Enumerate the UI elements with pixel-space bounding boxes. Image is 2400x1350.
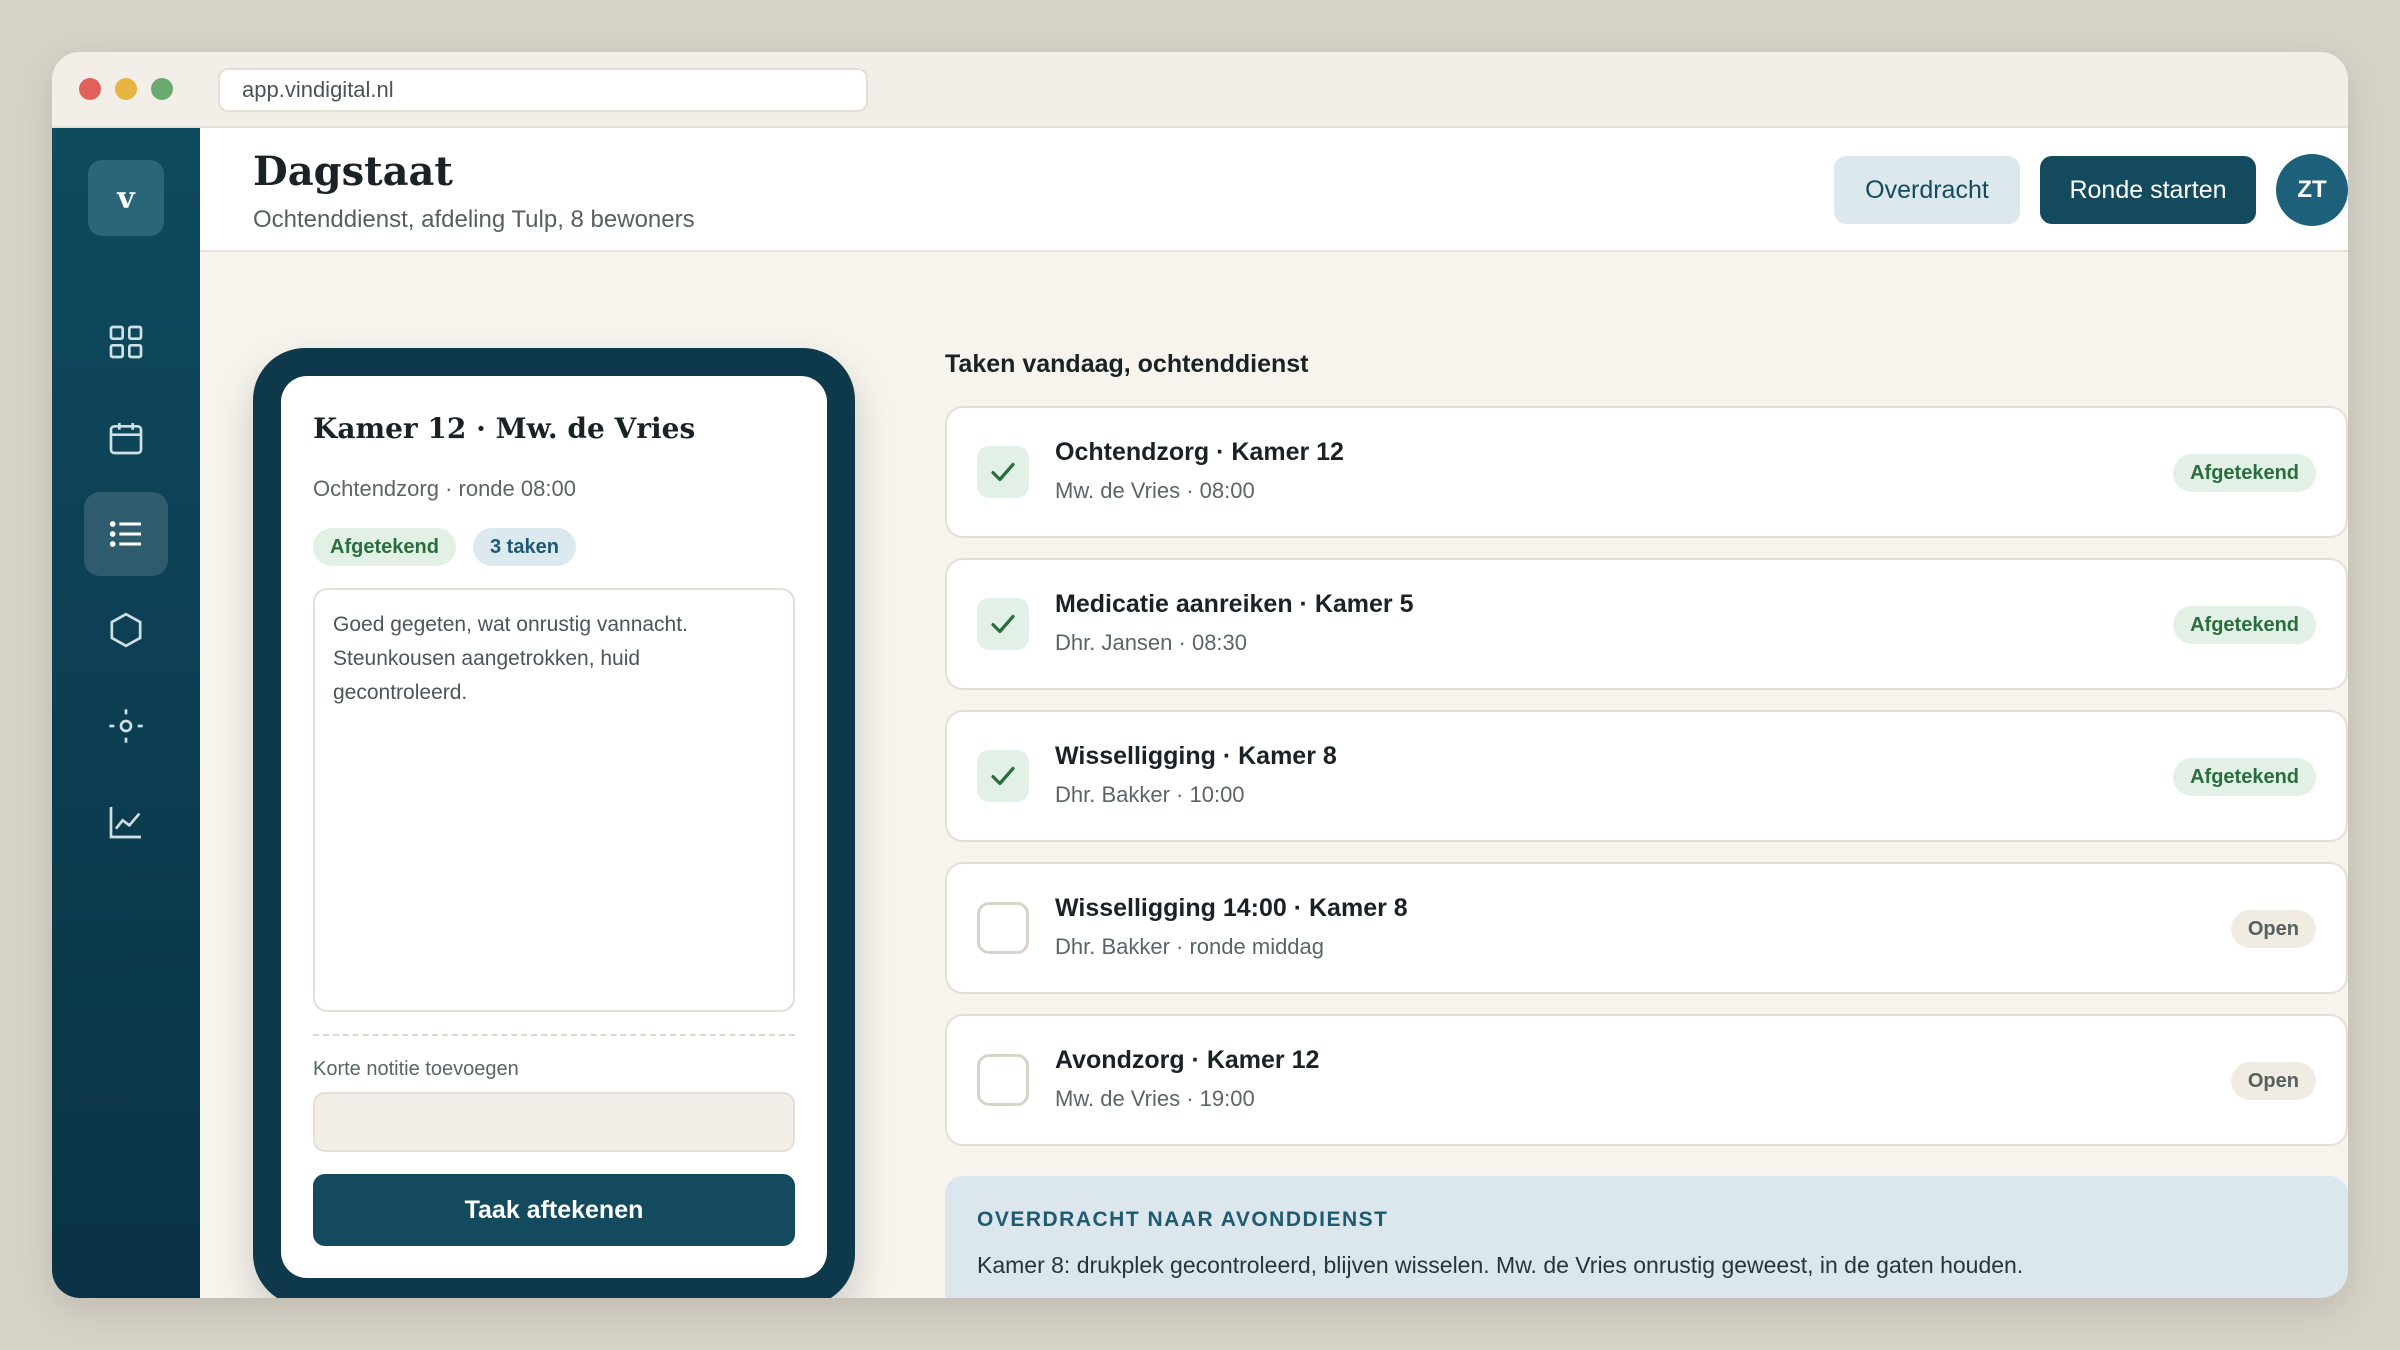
maximize-window-button[interactable] <box>151 78 173 100</box>
sidebar: v <box>52 128 200 1298</box>
task-count-badge: 3 taken <box>473 528 576 566</box>
sidebar-item-tasks[interactable] <box>84 492 168 576</box>
address-bar[interactable]: app.vindigital.nl <box>218 68 868 112</box>
checkmark-icon <box>991 766 1015 786</box>
task-title: Wisselligging · Kamer 8 <box>1055 742 1337 770</box>
calendar-icon <box>109 423 143 455</box>
dashboard-grid-icon <box>109 325 143 359</box>
task-section-title: Taken vandaag, ochtenddienst <box>945 350 1309 378</box>
task-meta: Dhr. Bakker · ronde middag <box>1055 934 1325 959</box>
task-row[interactable]: Wisselligging 14:00 · Kamer 8 Dhr. Bakke… <box>945 862 2348 994</box>
page-subtitle: Ochtenddienst, afdeling Tulp, 8 bewoners <box>253 206 695 233</box>
line-chart-icon <box>109 807 141 839</box>
browser-chrome: app.vindigital.nl <box>52 52 2348 128</box>
app-logo[interactable]: v <box>88 160 164 236</box>
task-meta: Dhr. Bakker · 10:00 <box>1055 782 1245 807</box>
close-window-button[interactable] <box>79 78 101 100</box>
phone-preview: Kamer 12 · Mw. de Vries Ochtendzorg · ro… <box>253 348 855 1298</box>
sign-off-task-button[interactable]: Taak aftekenen <box>313 1174 795 1246</box>
task-title: Wisselligging 14:00 · Kamer 8 <box>1055 894 1408 922</box>
task-title: Ochtendzorg · Kamer 12 <box>1055 438 1344 466</box>
status-badge: Afgetekend <box>2173 758 2316 796</box>
task-title: Medicatie aanreiken · Kamer 5 <box>1055 590 1414 618</box>
short-note-input[interactable] <box>313 1092 795 1152</box>
task-checkbox[interactable] <box>977 598 1029 650</box>
sidebar-item-settings[interactable] <box>84 684 168 768</box>
status-badge: Open <box>2230 910 2316 948</box>
hexagon-icon <box>110 612 142 648</box>
divider <box>313 1034 795 1036</box>
task-title: Avondzorg · Kamer 12 <box>1055 1046 1320 1074</box>
task-row[interactable]: Medicatie aanreiken · Kamer 5 Dhr. Janse… <box>945 558 2348 690</box>
main-content: Dagstaat Ochtenddienst, afdeling Tulp, 8… <box>200 128 2348 1298</box>
start-round-button[interactable]: Ronde starten <box>2040 156 2256 224</box>
status-badge: Open <box>2230 1062 2316 1100</box>
task-checkbox[interactable] <box>977 446 1029 498</box>
checkmark-icon <box>991 614 1015 634</box>
task-checkbox[interactable] <box>977 1054 1029 1106</box>
care-note-textarea[interactable]: Goed gegeten, wat onrustig vannacht. Ste… <box>313 588 795 1012</box>
sidebar-item-reports[interactable] <box>84 780 168 864</box>
task-checkbox[interactable] <box>977 750 1029 802</box>
short-note-label: Korte notitie toevoegen <box>313 1058 519 1080</box>
status-badge: Afgetekend <box>313 528 456 566</box>
user-avatar[interactable]: ZT <box>2276 154 2348 226</box>
resident-title: Kamer 12 · Mw. de Vries <box>313 412 696 445</box>
settings-target-icon <box>109 709 143 743</box>
list-icon <box>109 521 141 547</box>
status-badge: Afgetekend <box>2173 606 2316 644</box>
sidebar-item-calendar[interactable] <box>84 396 168 480</box>
sidebar-item-modules[interactable] <box>84 588 168 672</box>
task-meta: Dhr. Jansen · 08:30 <box>1055 630 1248 655</box>
resident-subtitle: Ochtendzorg · ronde 08:00 <box>313 476 576 501</box>
checkmark-icon <box>991 462 1015 482</box>
task-meta: Mw. de Vries · 19:00 <box>1055 1086 1255 1111</box>
page-header: Dagstaat Ochtenddienst, afdeling Tulp, 8… <box>200 128 2348 252</box>
handover-title: OVERDRACHT NAAR AVONDDIENST <box>977 1208 1389 1231</box>
task-checkbox[interactable] <box>977 902 1029 954</box>
status-badge: Afgetekend <box>2173 454 2316 492</box>
sidebar-item-dashboard[interactable] <box>84 300 168 384</box>
app-window: app.vindigital.nl v Dagstaat Ochtenddien… <box>52 52 2348 1298</box>
task-row[interactable]: Wisselligging · Kamer 8 Dhr. Bakker · 10… <box>945 710 2348 842</box>
handover-text: Kamer 8: drukplek gecontroleerd, blijven… <box>977 1252 2024 1278</box>
task-meta: Mw. de Vries · 08:00 <box>1055 478 1255 503</box>
handover-panel: OVERDRACHT NAAR AVONDDIENST Kamer 8: dru… <box>945 1176 2348 1298</box>
page-title: Dagstaat <box>253 148 453 195</box>
phone-screen: Kamer 12 · Mw. de Vries Ochtendzorg · ro… <box>281 376 827 1278</box>
task-row[interactable]: Avondzorg · Kamer 12 Mw. de Vries · 19:0… <box>945 1014 2348 1146</box>
task-row[interactable]: Ochtendzorg · Kamer 12 Mw. de Vries · 08… <box>945 406 2348 538</box>
handover-button[interactable]: Overdracht <box>1834 156 2020 224</box>
minimize-window-button[interactable] <box>115 78 137 100</box>
